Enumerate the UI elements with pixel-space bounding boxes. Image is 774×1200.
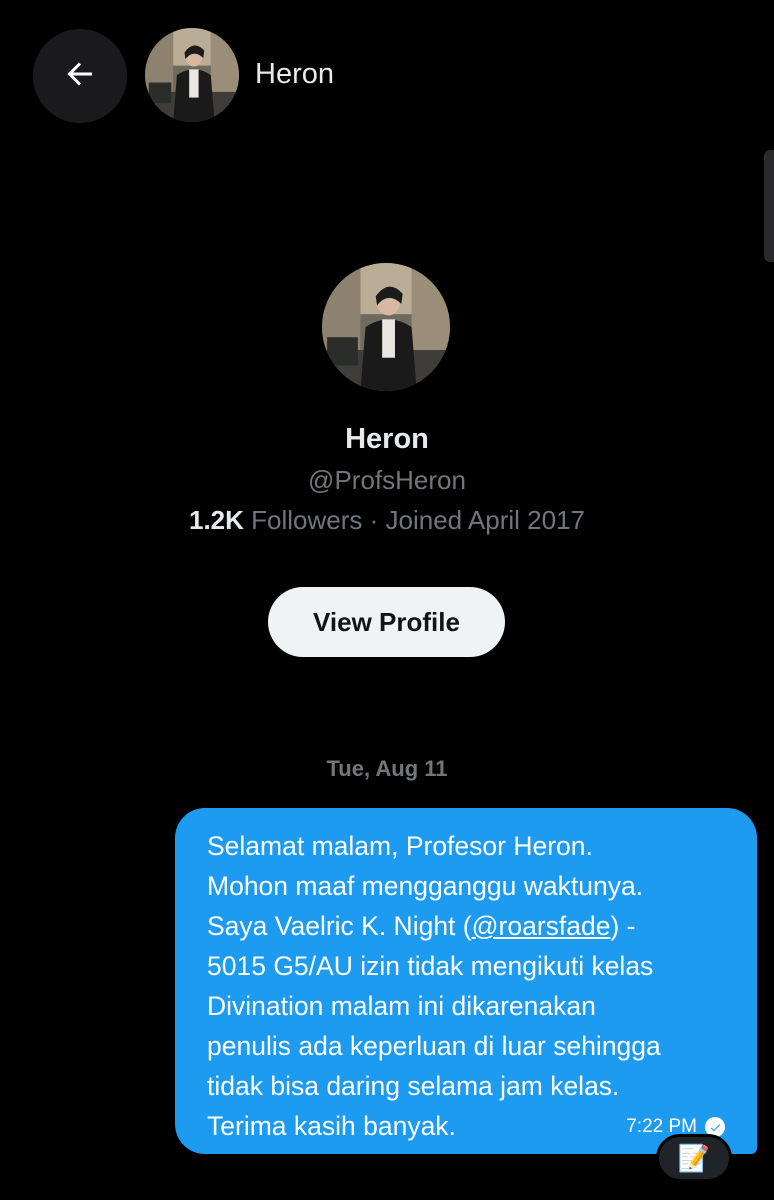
header-title[interactable]: Heron (255, 58, 334, 91)
view-profile-button[interactable]: View Profile (268, 587, 505, 657)
followers-count: 1.2K (189, 505, 244, 535)
message-reaction[interactable]: 📝 (656, 1134, 732, 1182)
arrow-left-icon (62, 56, 98, 97)
profile-avatar[interactable] (322, 263, 450, 391)
scroll-indicator[interactable] (764, 150, 774, 262)
back-button[interactable] (33, 29, 127, 123)
mention-link[interactable]: @roarsfade (472, 911, 611, 941)
stats-separator: · (362, 505, 386, 535)
followers-label: Followers (251, 505, 363, 535)
header-avatar[interactable] (145, 28, 239, 122)
avatar-photo (322, 263, 450, 391)
message-text-end: ) - 5015 G5/AU izin tidak mengikuti kela… (207, 911, 661, 1141)
avatar-photo (145, 28, 239, 122)
message-bubble[interactable]: Selamat malam, Profesor Heron. Mohon maa… (175, 808, 757, 1154)
profile-handle: @ProfsHeron (308, 465, 466, 495)
joined-date: Joined April 2017 (385, 505, 585, 535)
message-text: Selamat malam, Profesor Heron. Mohon maa… (207, 826, 733, 1146)
profile-name: Heron (345, 423, 429, 455)
dm-conversation-screen: Heron Heron @ProfsHeron 1.2K Followers ·… (0, 0, 774, 1200)
date-separator: Tue, Aug 11 (326, 756, 448, 781)
profile-stats: 1.2K Followers · Joined April 2017 (0, 505, 774, 536)
